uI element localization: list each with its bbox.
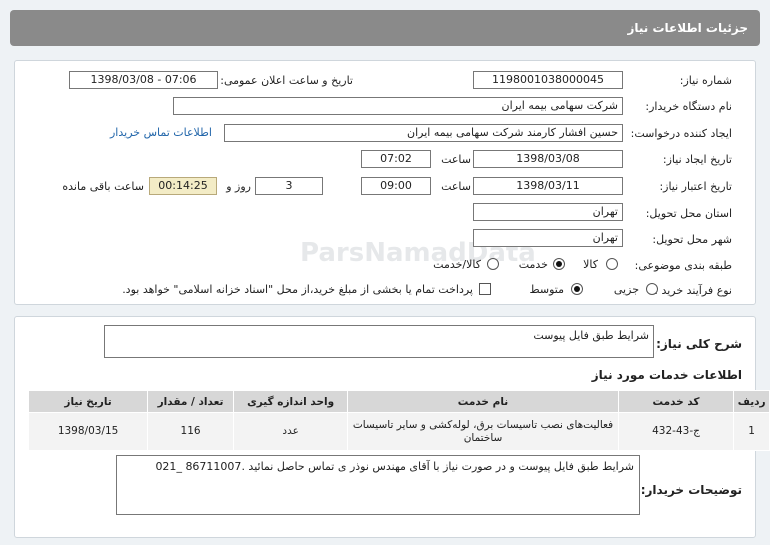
validity-date-label: تاریخ اعتبار نیاز: [659, 180, 732, 193]
created-time-label: ساعت [441, 153, 471, 166]
table-header-row: ردیف کد خدمت نام خدمت واحد اندازه گیری ت… [27, 390, 770, 413]
category-radio-goods[interactable] [606, 258, 618, 270]
purchase-type-label: نوع فرآیند خرید : [654, 284, 732, 297]
buyer-org-label: نام دستگاه خریدار: [645, 100, 732, 113]
days-label: روز و [226, 180, 251, 193]
announce-datetime-field: 1398/03/08 - 07:06 [69, 71, 218, 89]
category-option-goods: کالا [583, 258, 598, 271]
buyer-notes-field: شرایط طبق فایل پیوست و در صورت نیاز با آ… [116, 455, 640, 515]
cell-service-name: فعالیت‌های نصب تاسیسات برق، لوله‌کشی و س… [347, 412, 619, 451]
page-header: جزئیات اطلاعات نیاز [10, 10, 760, 46]
category-option-goods-service: کالا/خدمت [433, 258, 481, 271]
province-field: تهران [473, 203, 623, 221]
remaining-time-label: ساعت باقی مانده [62, 180, 144, 193]
summary-field: شرایط طبق فایل پیوست [104, 325, 654, 358]
cell-row: 1 [733, 412, 770, 451]
created-time-field: 07:02 [361, 150, 431, 168]
purchase-radio-medium[interactable] [571, 283, 583, 295]
category-radio-service[interactable] [553, 258, 565, 270]
remaining-time-field: 00:14:25 [149, 177, 217, 195]
province-label: استان محل تحویل: [645, 207, 732, 220]
treasury-note: پرداخت تمام یا بخشی از مبلغ خرید،از محل … [122, 283, 473, 296]
cell-service-code: ج-43-432 [617, 412, 735, 451]
announce-label: تاریخ و ساعت اعلان عمومی: [220, 74, 353, 87]
col-quantity: تعداد / مقدار [147, 390, 234, 413]
table-row: 1 ج-43-432 فعالیت‌های نصب تاسیسات برق، ل… [27, 412, 770, 451]
validity-time-field: 09:00 [361, 177, 431, 195]
need-number-label: شماره نیاز: [679, 74, 732, 87]
treasury-checkbox[interactable] [479, 283, 491, 295]
requester-label: ایجاد کننده درخواست: [630, 127, 732, 140]
buyer-org-field: شرکت سهامی بیمه ایران [173, 97, 623, 115]
col-row: ردیف [733, 390, 770, 413]
page-title: جزئیات اطلاعات نیاز [627, 21, 748, 35]
purchase-option-medium: متوسط [529, 283, 564, 296]
created-date-label: تاریخ ایجاد نیاز: [662, 153, 732, 166]
purchase-radio-minor[interactable] [646, 283, 658, 295]
col-need-date: تاریخ نیاز [27, 390, 149, 413]
col-service-name: نام خدمت [347, 390, 619, 413]
cell-need-date: 1398/03/15 [27, 412, 149, 451]
category-radio-goods-service[interactable] [487, 258, 499, 270]
category-label: طبقه بندی موضوعی: [634, 259, 732, 272]
cell-unit: عدد [232, 412, 349, 451]
category-option-service: خدمت [518, 258, 548, 271]
validity-time-label: ساعت [441, 180, 471, 193]
buyer-notes-label: توضیحات خریدار: [640, 483, 742, 497]
col-unit: واحد اندازه گیری [232, 390, 349, 413]
validity-date-field: 1398/03/11 [473, 177, 623, 195]
need-number-field: 1198001038000045 [473, 71, 623, 89]
city-label: شهر محل تحویل: [652, 233, 732, 246]
days-remaining-field: 3 [255, 177, 323, 195]
requester-field: حسین افشار کارمند شرکت سهامی بیمه ایران [224, 124, 623, 142]
created-date-field: 1398/03/08 [473, 150, 623, 168]
col-service-code: کد خدمت [617, 390, 735, 413]
services-section-title: اطلاعات خدمات مورد نیاز [591, 368, 742, 382]
summary-label: شرح کلی نیاز: [656, 337, 742, 351]
purchase-option-minor: جزیی [613, 283, 639, 296]
buyer-contact-link[interactable]: اطلاعات تماس خریدار [110, 126, 212, 139]
cell-quantity: 116 [147, 412, 234, 451]
services-table: ردیف کد خدمت نام خدمت واحد اندازه گیری ت… [27, 390, 770, 451]
city-field: تهران [473, 229, 623, 247]
